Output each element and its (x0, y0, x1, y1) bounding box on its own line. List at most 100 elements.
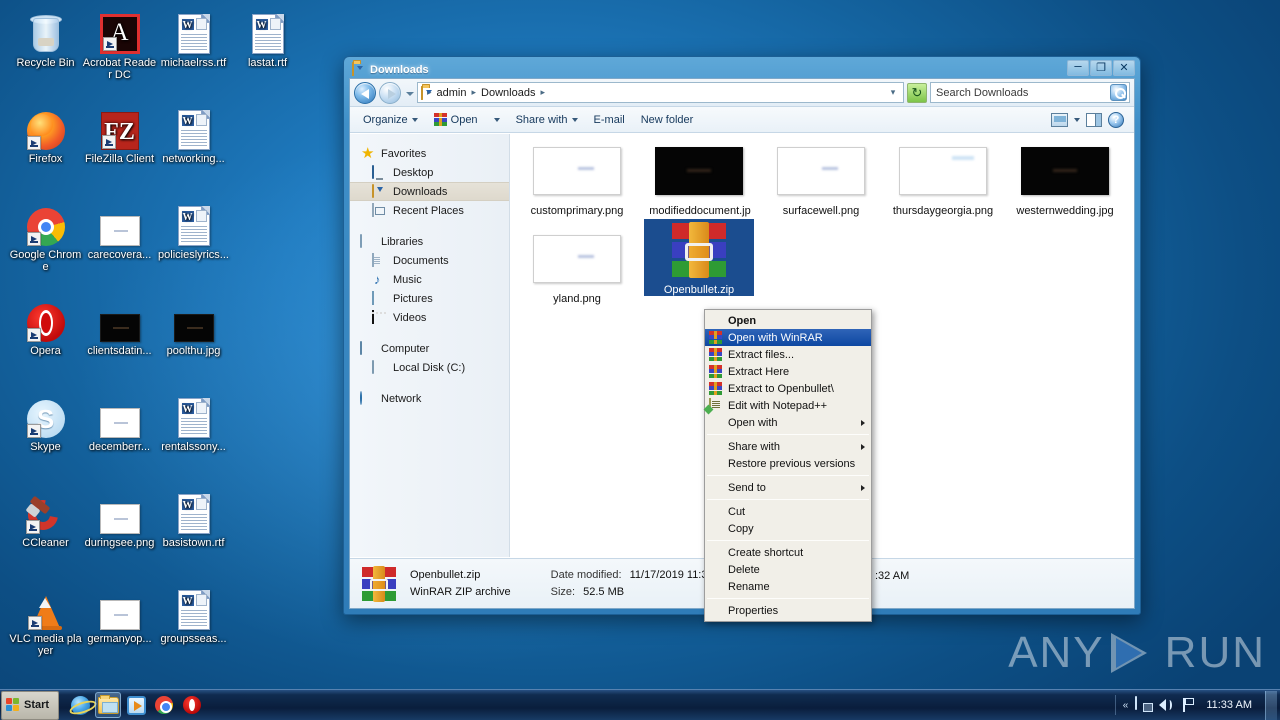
context-menu-item-restore-previous-versions[interactable]: Restore previous versions (705, 455, 871, 472)
action-center-flag-icon[interactable] (1181, 697, 1197, 713)
address-dropdown-icon[interactable]: ▾ (886, 87, 900, 98)
context-menu-item-copy[interactable]: Copy (705, 520, 871, 537)
desktop-icon-networking[interactable]: Wnetworking... (156, 104, 231, 165)
start-button[interactable]: Start (1, 690, 59, 720)
context-menu-item-open-with[interactable]: Open with (705, 414, 871, 431)
breadcrumb-admin[interactable]: admin (434, 86, 470, 100)
desktop-icon-ccleaner[interactable]: CCleaner (8, 488, 83, 549)
minimize-button[interactable]: – (1067, 59, 1089, 76)
file-tile[interactable]: Openbullet.zip (644, 219, 754, 296)
desktop-icon-filezilla-client[interactable]: FZ FileZilla Client (82, 104, 157, 165)
desktop-icon-groupsseas[interactable]: Wgroupsseas... (156, 584, 231, 645)
context-menu-item-create-shortcut[interactable]: Create shortcut (705, 544, 871, 561)
taskbar-opera[interactable] (179, 692, 205, 718)
desktop-icon-carecovera[interactable]: carecovera... (82, 200, 157, 261)
desktop-icon-decemberr[interactable]: decemberr... (82, 392, 157, 453)
sidebar-item-music[interactable]: ♪ Music (350, 270, 509, 289)
maximize-button[interactable]: ❐ (1090, 60, 1112, 76)
desktop-icon-opera[interactable]: Opera (8, 296, 83, 357)
context-menu-item-extract-here[interactable]: Extract Here (705, 363, 871, 380)
sidebar-item-documents[interactable]: Documents (350, 251, 509, 270)
context-menu-item-send-to[interactable]: Send to (705, 479, 871, 496)
taskbar-google-chrome[interactable] (151, 692, 177, 718)
desktop-icon-policieslyrics[interactable]: Wpolicieslyrics... (156, 200, 231, 261)
desktop-icon-michaelrss-rtf[interactable]: Wmichaelrss.rtf (156, 8, 231, 69)
file-tile[interactable]: surfacewell.png (766, 140, 876, 217)
view-chevron-down-icon[interactable] (1074, 117, 1080, 122)
refresh-button[interactable] (907, 82, 927, 103)
context-menu-item-properties[interactable]: Properties (705, 602, 871, 619)
address-bar[interactable]: ▸ admin ▸ Downloads ▸ ▾ (417, 82, 904, 103)
taskbar[interactable]: Start « 11:33 AM (0, 689, 1280, 720)
new-folder-button[interactable]: New folder (634, 111, 701, 129)
desktop-icon-duringsee-png[interactable]: duringsee.png (82, 488, 157, 549)
context-menu-item-cut[interactable]: Cut (705, 503, 871, 520)
quick-launch-bar[interactable] (67, 692, 205, 718)
share-with-button[interactable]: Share with (509, 111, 585, 129)
system-tray[interactable]: « 11:33 AM (1114, 690, 1280, 720)
help-icon[interactable]: ? (1108, 111, 1124, 128)
show-hidden-icons-chevron[interactable]: « (1123, 700, 1129, 711)
desktop-icon-google-chrome[interactable]: Google Chrome (8, 200, 83, 273)
desktop-icon-recycle-bin[interactable]: Recycle Bin (8, 8, 83, 69)
desktop-icon-poolthu-jpg[interactable]: poolthu.jpg (156, 296, 231, 357)
navigation-pane[interactable]: ★ Favorites Desktop Downloads Recent Places L… (350, 134, 510, 557)
organize-button[interactable]: Organize (356, 111, 425, 129)
sidebar-item-pictures[interactable]: Pictures (350, 289, 509, 308)
file-tile[interactable]: yland.png (522, 228, 632, 305)
taskbar-windows-media-player[interactable] (123, 692, 149, 718)
sidebar-item-desktop[interactable]: Desktop (350, 163, 509, 182)
desktop[interactable]: Recycle Bin A Acrobat Reader DC Wmichaelrss… (0, 0, 1280, 720)
file-tile[interactable]: thursdaygeorgia.png (888, 140, 998, 217)
desktop-icon-firefox[interactable]: Firefox (8, 104, 83, 165)
sidebar-item-recent-places[interactable]: Recent Places (350, 201, 509, 220)
sidebar-item-local-disk-c[interactable]: Local Disk (C:) (350, 358, 509, 377)
breadcrumb-separator-2[interactable]: ▸ (540, 87, 545, 98)
preview-pane-icon[interactable] (1086, 112, 1102, 127)
sidebar-item-videos[interactable]: Videos (350, 308, 509, 327)
desktop-icon-acrobat-reader-dc[interactable]: A Acrobat Reader DC (82, 8, 157, 81)
context-menu-item-open[interactable]: Open (705, 312, 871, 329)
close-button[interactable]: ✕ (1113, 60, 1135, 76)
change-view-icon[interactable] (1051, 112, 1068, 127)
search-box[interactable]: Search Downloads (930, 82, 1130, 103)
desktop-icon-basistown-rtf[interactable]: Wbasistown.rtf (156, 488, 231, 549)
volume-icon[interactable] (1158, 697, 1174, 713)
desktop-icon-germanyop[interactable]: germanyop... (82, 584, 157, 645)
desktop-icon-vlc-media-player[interactable]: VLC media player (8, 584, 83, 657)
desktop-icon-rentalssony[interactable]: Wrentalssony... (156, 392, 231, 453)
desktop-icon-lastat-rtf[interactable]: Wlastat.rtf (230, 8, 305, 69)
file-tile[interactable]: customprimary.png (522, 140, 632, 217)
desktop-icon-skype[interactable]: S Skype (8, 392, 83, 453)
search-input[interactable]: Search Downloads (936, 87, 1110, 99)
context-menu-item-extract-to-openbullet[interactable]: Extract to Openbullet\ (705, 380, 871, 397)
context-menu-item-delete[interactable]: Delete (705, 561, 871, 578)
navpane-group-network[interactable]: Network (350, 389, 509, 408)
show-desktop-button[interactable] (1265, 690, 1277, 720)
recent-locations-dropdown[interactable] (404, 82, 414, 104)
email-button[interactable]: E-mail (587, 111, 632, 129)
context-menu-item-share-with[interactable]: Share with (705, 438, 871, 455)
navpane-group-computer[interactable]: Computer (350, 339, 509, 358)
window-controls[interactable]: – ❐ ✕ (1067, 59, 1135, 76)
window-titlebar[interactable]: Downloads – ❐ ✕ (349, 59, 1135, 78)
context-menu-item-open-with-winrar[interactable]: Open with WinRAR (705, 329, 871, 346)
search-icon[interactable] (1110, 84, 1127, 101)
clock[interactable]: 11:33 AM (1204, 699, 1254, 711)
context-menu-item-rename[interactable]: Rename (705, 578, 871, 595)
navpane-group-favorites[interactable]: ★ Favorites (350, 144, 509, 163)
file-tile[interactable]: westernwedding.jpg (1010, 140, 1120, 217)
sidebar-item-downloads[interactable]: Downloads (350, 182, 509, 201)
breadcrumb-downloads[interactable]: Downloads (478, 86, 538, 100)
open-button[interactable]: Open (427, 110, 485, 129)
forward-button[interactable] (379, 81, 401, 104)
network-icon[interactable] (1135, 696, 1151, 713)
context-menu-item-edit-with-notepad[interactable]: Edit with Notepad++ (705, 397, 871, 414)
context-menu-item-extract-files[interactable]: Extract files... (705, 346, 871, 363)
open-dropdown-button[interactable] (487, 115, 507, 125)
context-menu[interactable]: Open Open with WinRAR Extract files... Extr… (704, 309, 872, 622)
taskbar-internet-explorer[interactable] (67, 692, 93, 718)
back-button[interactable] (354, 81, 376, 104)
file-tile[interactable]: modifieddocument.jpg (644, 140, 754, 229)
desktop-icon-clientsdatin[interactable]: clientsdatin... (82, 296, 157, 357)
